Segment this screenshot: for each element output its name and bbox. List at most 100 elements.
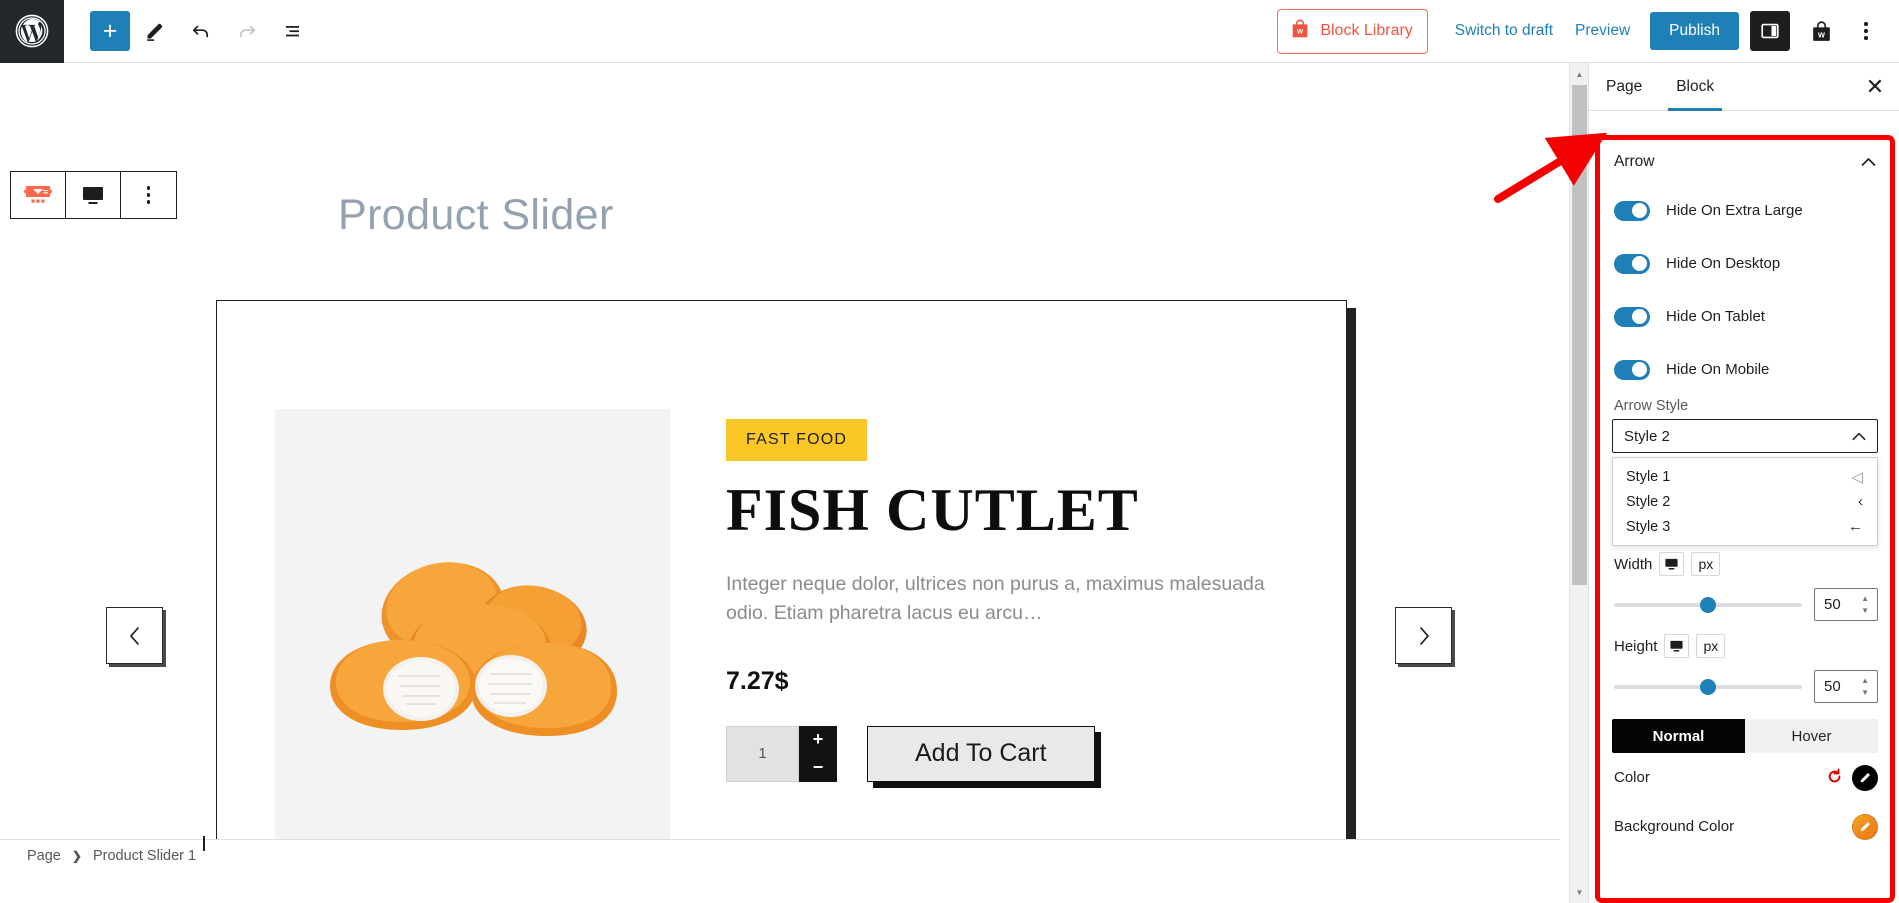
reset-color-icon[interactable] — [1826, 768, 1843, 788]
height-spinner[interactable]: ▲ ▼ — [1861, 676, 1877, 696]
quantity-input[interactable]: 1 — [726, 725, 799, 782]
quantity-decrement-button[interactable]: − — [799, 754, 837, 782]
width-slider-row: ▲▼ — [1612, 588, 1878, 621]
add-block-button[interactable]: + — [90, 11, 130, 51]
product-description: Integer neque dolor, ultrices non purus … — [726, 573, 1265, 625]
scroll-up-arrow-icon[interactable]: ▲ — [1570, 65, 1589, 83]
toggle-label: Hide On Tablet — [1666, 308, 1765, 325]
page-title: Product Slider — [338, 191, 614, 239]
product-price: 7.27$ — [726, 666, 789, 695]
option-glyph-icon: ◁ — [1851, 468, 1863, 486]
product-slider-block[interactable]: FAST FOOD FISH CUTLET Integer neque dolo… — [216, 300, 1356, 871]
settings-sidebar-icon[interactable] — [1750, 11, 1790, 51]
toggle-row: Hide On Desktop — [1612, 237, 1878, 290]
height-slider-thumb[interactable] — [1700, 678, 1717, 695]
width-input[interactable] — [1815, 596, 1857, 613]
color-swatch[interactable] — [1852, 764, 1878, 791]
pencil-icon — [1860, 773, 1870, 783]
width-spinner[interactable]: ▲ ▼ — [1861, 594, 1877, 614]
width-control-header: Width px — [1612, 552, 1878, 576]
tab-normal-state[interactable]: Normal — [1612, 719, 1745, 753]
chevron-right-icon — [1419, 626, 1429, 645]
toggle-switch[interactable] — [1614, 306, 1650, 327]
chevron-up-icon[interactable] — [1861, 154, 1876, 171]
product-info: FAST FOOD FISH CUTLET Integer neque dolo… — [726, 419, 1306, 782]
option-label: Style 2 — [1626, 493, 1671, 510]
chevron-up-icon — [1852, 428, 1866, 445]
breadcrumb-item-page[interactable]: Page — [27, 848, 61, 864]
height-label: Height — [1614, 637, 1658, 655]
block-library-button[interactable]: w Block Library — [1277, 8, 1428, 54]
arrow-style-option[interactable]: Style 1 ◁ — [1613, 464, 1877, 489]
add-to-cart-button[interactable]: Add To Cart — [867, 725, 1095, 782]
responsive-hide-toggles: Hide On Extra Large Hide On Desktop Hide O… — [1612, 184, 1878, 396]
arrow-style-option[interactable]: Style 2 ‹ — [1613, 489, 1877, 514]
settings-sidebar: Page Block ✕ Arrow Hide On Extra Large Hi… — [1588, 63, 1899, 903]
arrow-settings-panel: Arrow Hide On Extra Large Hide On Desktop… — [1595, 135, 1895, 903]
height-slider[interactable] — [1614, 678, 1802, 695]
width-slider[interactable] — [1614, 596, 1802, 613]
redo-icon[interactable] — [226, 10, 268, 52]
toggle-switch[interactable] — [1614, 200, 1650, 221]
slider-next-arrow[interactable] — [1395, 607, 1452, 664]
toggle-switch[interactable] — [1614, 253, 1650, 274]
pencil-edit-icon[interactable] — [134, 10, 176, 52]
top-bar-right-actions: w Block Library Switch to draft Preview … — [1277, 8, 1899, 54]
arrow-panel-header[interactable]: Arrow — [1612, 140, 1878, 184]
scroll-down-arrow-icon[interactable]: ▼ — [1570, 883, 1589, 901]
toggle-switch[interactable] — [1614, 359, 1650, 380]
quantity-stepper: + − — [799, 725, 837, 782]
undo-icon[interactable] — [180, 10, 222, 52]
width-label: Width — [1614, 555, 1653, 573]
arrow-style-option[interactable]: Style 3 ← — [1613, 514, 1877, 539]
height-control-header: Height px — [1612, 634, 1878, 658]
desktop-icon[interactable] — [1659, 552, 1685, 576]
preview-button[interactable]: Preview — [1564, 14, 1641, 48]
wordpress-logo-button[interactable] — [0, 0, 64, 63]
plus-icon: + — [102, 16, 118, 45]
quantity-increment-button[interactable]: + — [799, 726, 837, 754]
color-label: Color — [1614, 769, 1650, 786]
arrow-style-select[interactable]: Style 2 — [1612, 419, 1878, 453]
background-color-label: Background Color — [1614, 818, 1735, 835]
scrollbar-thumb[interactable] — [1572, 85, 1587, 585]
product-slider-block-icon[interactable] — [11, 172, 66, 218]
width-number-field[interactable]: ▲▼ — [1814, 588, 1878, 621]
height-number-field[interactable]: ▲▼ — [1814, 670, 1878, 703]
tab-page[interactable]: Page — [1589, 63, 1659, 110]
toggle-label: Hide On Extra Large — [1666, 202, 1803, 219]
tab-block[interactable]: Block — [1659, 63, 1731, 111]
shop-bag-icon: w — [1289, 18, 1311, 45]
editor-vertical-scrollbar[interactable]: ▲ ▼ — [1569, 63, 1588, 903]
height-unit-px[interactable]: px — [1696, 634, 1726, 658]
desktop-icon[interactable] — [1664, 634, 1690, 658]
breadcrumb-item-product-slider[interactable]: Product Slider 1 — [93, 848, 196, 864]
kebab-menu-icon[interactable] — [1847, 10, 1885, 52]
sidebar-tabs: Page Block ✕ — [1589, 63, 1899, 111]
toggle-label: Hide On Desktop — [1666, 255, 1781, 272]
svg-text:w: w — [1296, 26, 1304, 35]
tab-hover-state[interactable]: Hover — [1745, 719, 1878, 753]
switch-to-draft-button[interactable]: Switch to draft — [1444, 14, 1564, 48]
option-label: Style 1 — [1626, 468, 1671, 485]
height-slider-row: ▲▼ — [1612, 670, 1878, 703]
height-input[interactable] — [1815, 678, 1857, 695]
list-view-icon[interactable] — [272, 10, 314, 52]
product-title: FISH CUTLET — [726, 477, 1139, 543]
desktop-preview-icon[interactable] — [66, 172, 121, 218]
publish-button[interactable]: Publish — [1650, 12, 1739, 50]
option-glyph-icon: ‹ — [1858, 493, 1863, 510]
arrow-style-dropdown[interactable]: Style 1 ◁ Style 2 ‹ Style 3 ← — [1612, 457, 1878, 546]
width-slider-thumb[interactable] — [1700, 596, 1717, 613]
block-toolbar — [10, 171, 177, 219]
width-unit-px[interactable]: px — [1691, 552, 1721, 576]
editor-canvas: Product Slider FAST FOOD FISH CUTLET Int… — [0, 63, 1560, 871]
slider-prev-arrow[interactable] — [106, 607, 163, 664]
background-color-swatch[interactable] — [1852, 813, 1878, 840]
shop-bag-icon[interactable]: w — [1801, 11, 1841, 51]
text-cursor — [203, 836, 205, 851]
block-library-label: Block Library — [1320, 22, 1413, 39]
breadcrumb-separator-icon: ❯ — [71, 848, 82, 863]
close-sidebar-icon[interactable]: ✕ — [1851, 63, 1899, 110]
block-options-kebab-icon[interactable] — [121, 172, 176, 218]
